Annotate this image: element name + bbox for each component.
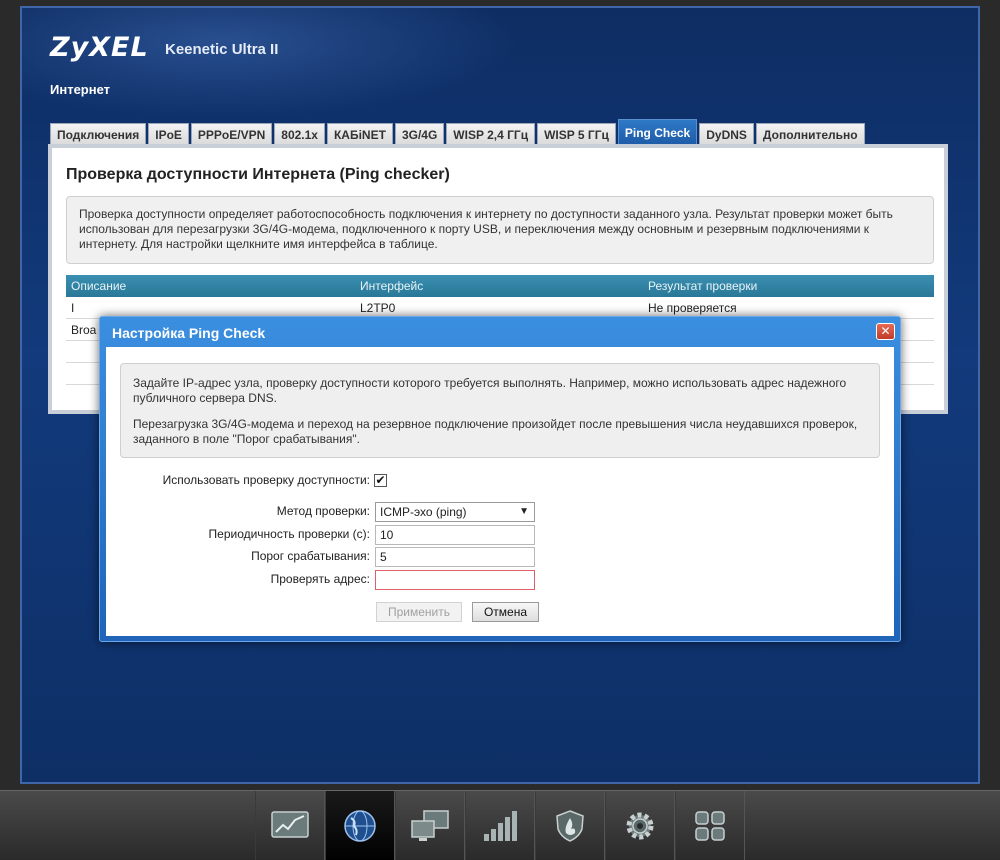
tab-wisp-24[interactable]: WISP 2,4 ГГц: [446, 123, 536, 146]
period-row: Периодичность проверки (с): 10: [106, 525, 894, 545]
method-select[interactable]: ICMP-эхо (ping) ▼: [375, 502, 535, 522]
tab-pppoe-vpn[interactable]: PPPoE/VPN: [190, 123, 273, 146]
taskbar-home-network[interactable]: [395, 791, 465, 860]
period-input[interactable]: 10: [375, 525, 535, 545]
ping-check-dialog: Настройка Ping Check ✕ Задайте IP-адрес …: [99, 316, 901, 642]
tab-8021x[interactable]: 802.1x: [274, 123, 325, 146]
cancel-button[interactable]: Отмена: [472, 602, 539, 622]
dialog-hint: Задайте IP-адрес узла, проверку доступно…: [120, 363, 880, 458]
monitor-icon: [271, 811, 309, 838]
taskbar-items: [255, 791, 745, 860]
header-glow: [22, 8, 522, 118]
home-network-icon: [411, 810, 449, 841]
taskbar-system[interactable]: [605, 791, 675, 860]
address-label: Проверять адрес:: [270, 572, 370, 586]
taskbar-security[interactable]: [535, 791, 605, 860]
tab-kabinet[interactable]: КАБiNET: [326, 123, 393, 146]
internet-globe-icon: [344, 810, 376, 842]
chevron-down-icon: ▼: [519, 506, 529, 517]
section-title: Интернет: [50, 82, 111, 97]
taskbar-internet[interactable]: [325, 791, 395, 860]
use-check-checkbox[interactable]: ✔: [374, 474, 387, 487]
system-gear-icon: [626, 812, 654, 840]
dialog-body: Задайте IP-адрес узла, проверку доступно…: [106, 347, 894, 636]
table-header: Описание Интерфейс Результат проверки: [66, 275, 934, 297]
apps-grid-icon: [695, 811, 725, 841]
column-header-interface: Интерфейс: [360, 279, 424, 293]
use-check-row: Использовать проверку доступности: ✔: [106, 471, 894, 491]
dialog-buttons: Применить Отмена: [106, 602, 894, 622]
tab-bar: Подключения IPoE PPPoE/VPN 802.1x КАБiNE…: [50, 119, 867, 146]
cell-interface[interactable]: L2TP0: [355, 297, 643, 318]
hint-text-1: Задайте IP-адрес узла, проверку доступно…: [133, 376, 847, 405]
address-input[interactable]: [375, 570, 535, 590]
brand-logo: ZyXEL: [50, 32, 149, 63]
checkmark-icon: ✔: [375, 473, 386, 487]
method-row: Метод проверки: ICMP-эхо (ping) ▼: [106, 502, 894, 522]
column-header-description: Описание: [71, 279, 127, 293]
threshold-row: Порог срабатывания: 5: [106, 547, 894, 567]
period-label: Периодичность проверки (с):: [208, 527, 370, 541]
security-shield-icon: [556, 810, 584, 842]
tab-additional[interactable]: Дополнительно: [755, 123, 865, 146]
method-select-value: ICMP-эхо (ping): [380, 505, 467, 519]
cell-result: Не проверяется: [648, 301, 737, 315]
hint-text-2: Перезагрузка 3G/4G-модема и переход на р…: [133, 417, 858, 446]
close-button[interactable]: ✕: [876, 323, 895, 340]
tab-ping-check[interactable]: Ping Check: [617, 119, 698, 146]
tab-connections[interactable]: Подключения: [50, 123, 147, 146]
model-name: Keenetic Ultra II: [165, 41, 279, 58]
close-icon: ✕: [880, 324, 891, 338]
tab-wisp-5[interactable]: WISP 5 ГГц: [537, 123, 616, 146]
taskbar-monitor[interactable]: [255, 791, 325, 860]
tab-ipoe[interactable]: IPoE: [148, 123, 189, 146]
method-label: Метод проверки:: [276, 504, 370, 518]
bottom-taskbar: [0, 790, 1000, 860]
tab-3g-4g[interactable]: 3G/4G: [394, 123, 445, 146]
address-row: Проверять адрес:: [106, 570, 894, 590]
threshold-label: Порог срабатывания:: [251, 549, 370, 563]
cell-description: I: [71, 301, 75, 315]
use-check-label: Использовать проверку доступности:: [162, 473, 370, 487]
taskbar-wifi[interactable]: [465, 791, 535, 860]
page-title: Проверка доступности Интернета (Ping che…: [66, 166, 450, 183]
wifi-signal-icon: [484, 811, 517, 841]
dialog-title: Настройка Ping Check: [112, 325, 266, 341]
tab-dydns[interactable]: DyDNS: [699, 123, 754, 146]
panel-description: Проверка доступности определяет работосп…: [66, 196, 934, 264]
column-header-result: Результат проверки: [648, 279, 758, 293]
threshold-input[interactable]: 5: [375, 547, 535, 567]
taskbar-apps[interactable]: [675, 791, 745, 860]
apply-button[interactable]: Применить: [376, 602, 462, 622]
